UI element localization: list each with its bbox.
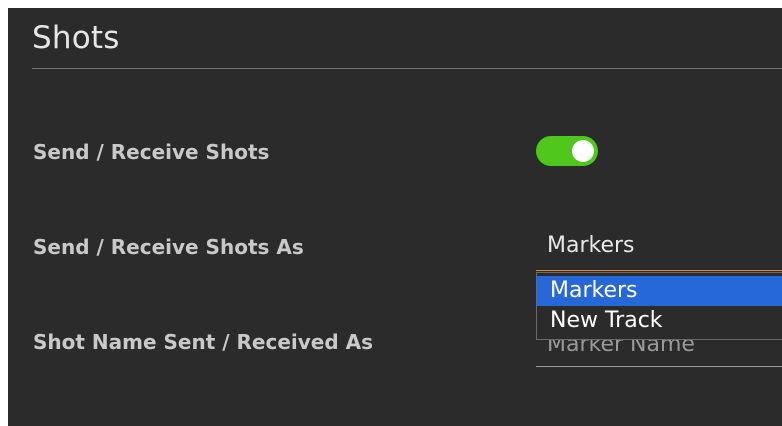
shot-name-label: Shot Name Sent / Received As	[33, 330, 374, 354]
select-focus-underline	[536, 270, 782, 271]
send-receive-shots-toggle[interactable]	[536, 136, 598, 166]
send-receive-as-dropdown-menu: Markers New Track	[536, 272, 782, 340]
send-receive-shots-as-label: Send / Receive Shots As	[33, 235, 304, 259]
toggle-knob	[572, 140, 594, 162]
dropdown-option-markers[interactable]: Markers	[537, 276, 782, 306]
shots-settings-panel: Shots Send / Receive Shots Send / Receiv…	[8, 8, 782, 426]
send-receive-shots-label: Send / Receive Shots	[33, 140, 270, 164]
section-title: Shots	[32, 20, 120, 56]
dropdown-option-new-track[interactable]: New Track	[537, 306, 782, 336]
title-divider	[32, 68, 782, 69]
send-receive-shots-as-select[interactable]: Markers	[547, 233, 635, 258]
shot-name-underline	[536, 366, 782, 367]
